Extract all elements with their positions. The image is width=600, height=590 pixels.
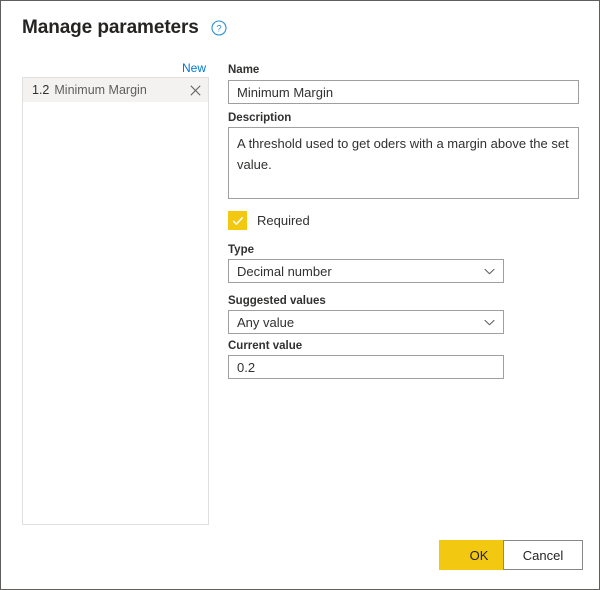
chevron-down-icon <box>483 316 495 328</box>
checkmark-icon <box>232 216 243 225</box>
close-icon[interactable] <box>188 83 202 97</box>
description-field-label: Description <box>228 112 292 124</box>
page-title: Manage parameters <box>22 17 199 38</box>
help-circle-icon[interactable]: ? <box>211 20 227 36</box>
svg-text:?: ? <box>216 24 221 35</box>
required-checkbox-row[interactable]: Required <box>228 211 310 230</box>
type-dropdown[interactable]: Decimal number <box>228 259 504 283</box>
suggested-values-dropdown[interactable]: Any value <box>228 310 504 334</box>
type-field-label: Type <box>228 244 254 256</box>
required-checkbox[interactable] <box>228 211 247 230</box>
required-checkbox-label: Required <box>257 213 310 228</box>
current-value-input[interactable] <box>228 355 504 379</box>
type-dropdown-value: Decimal number <box>237 263 332 279</box>
dialog-header: Manage parameters ? <box>22 17 227 39</box>
manage-parameters-dialog: Manage parameters ? New 1.2 Minimum Marg… <box>0 0 600 590</box>
name-field-label: Name <box>228 64 260 76</box>
parameter-name-label: Minimum Margin <box>54 83 147 97</box>
cancel-button[interactable]: Cancel <box>503 540 583 570</box>
current-value-field-label: Current value <box>228 340 303 352</box>
name-input[interactable] <box>228 80 579 104</box>
suggested-values-field-label: Suggested values <box>228 295 326 307</box>
list-item[interactable]: 1.2 Minimum Margin <box>23 78 208 102</box>
parameter-type-badge: 1.2 <box>32 83 50 97</box>
description-textarea[interactable]: A threshold used to get oders with a mar… <box>228 127 579 199</box>
chevron-down-icon <box>483 265 495 277</box>
new-parameter-link[interactable]: New <box>182 61 206 75</box>
parameter-list: 1.2 Minimum Margin <box>22 77 209 525</box>
suggested-values-dropdown-value: Any value <box>237 314 295 330</box>
